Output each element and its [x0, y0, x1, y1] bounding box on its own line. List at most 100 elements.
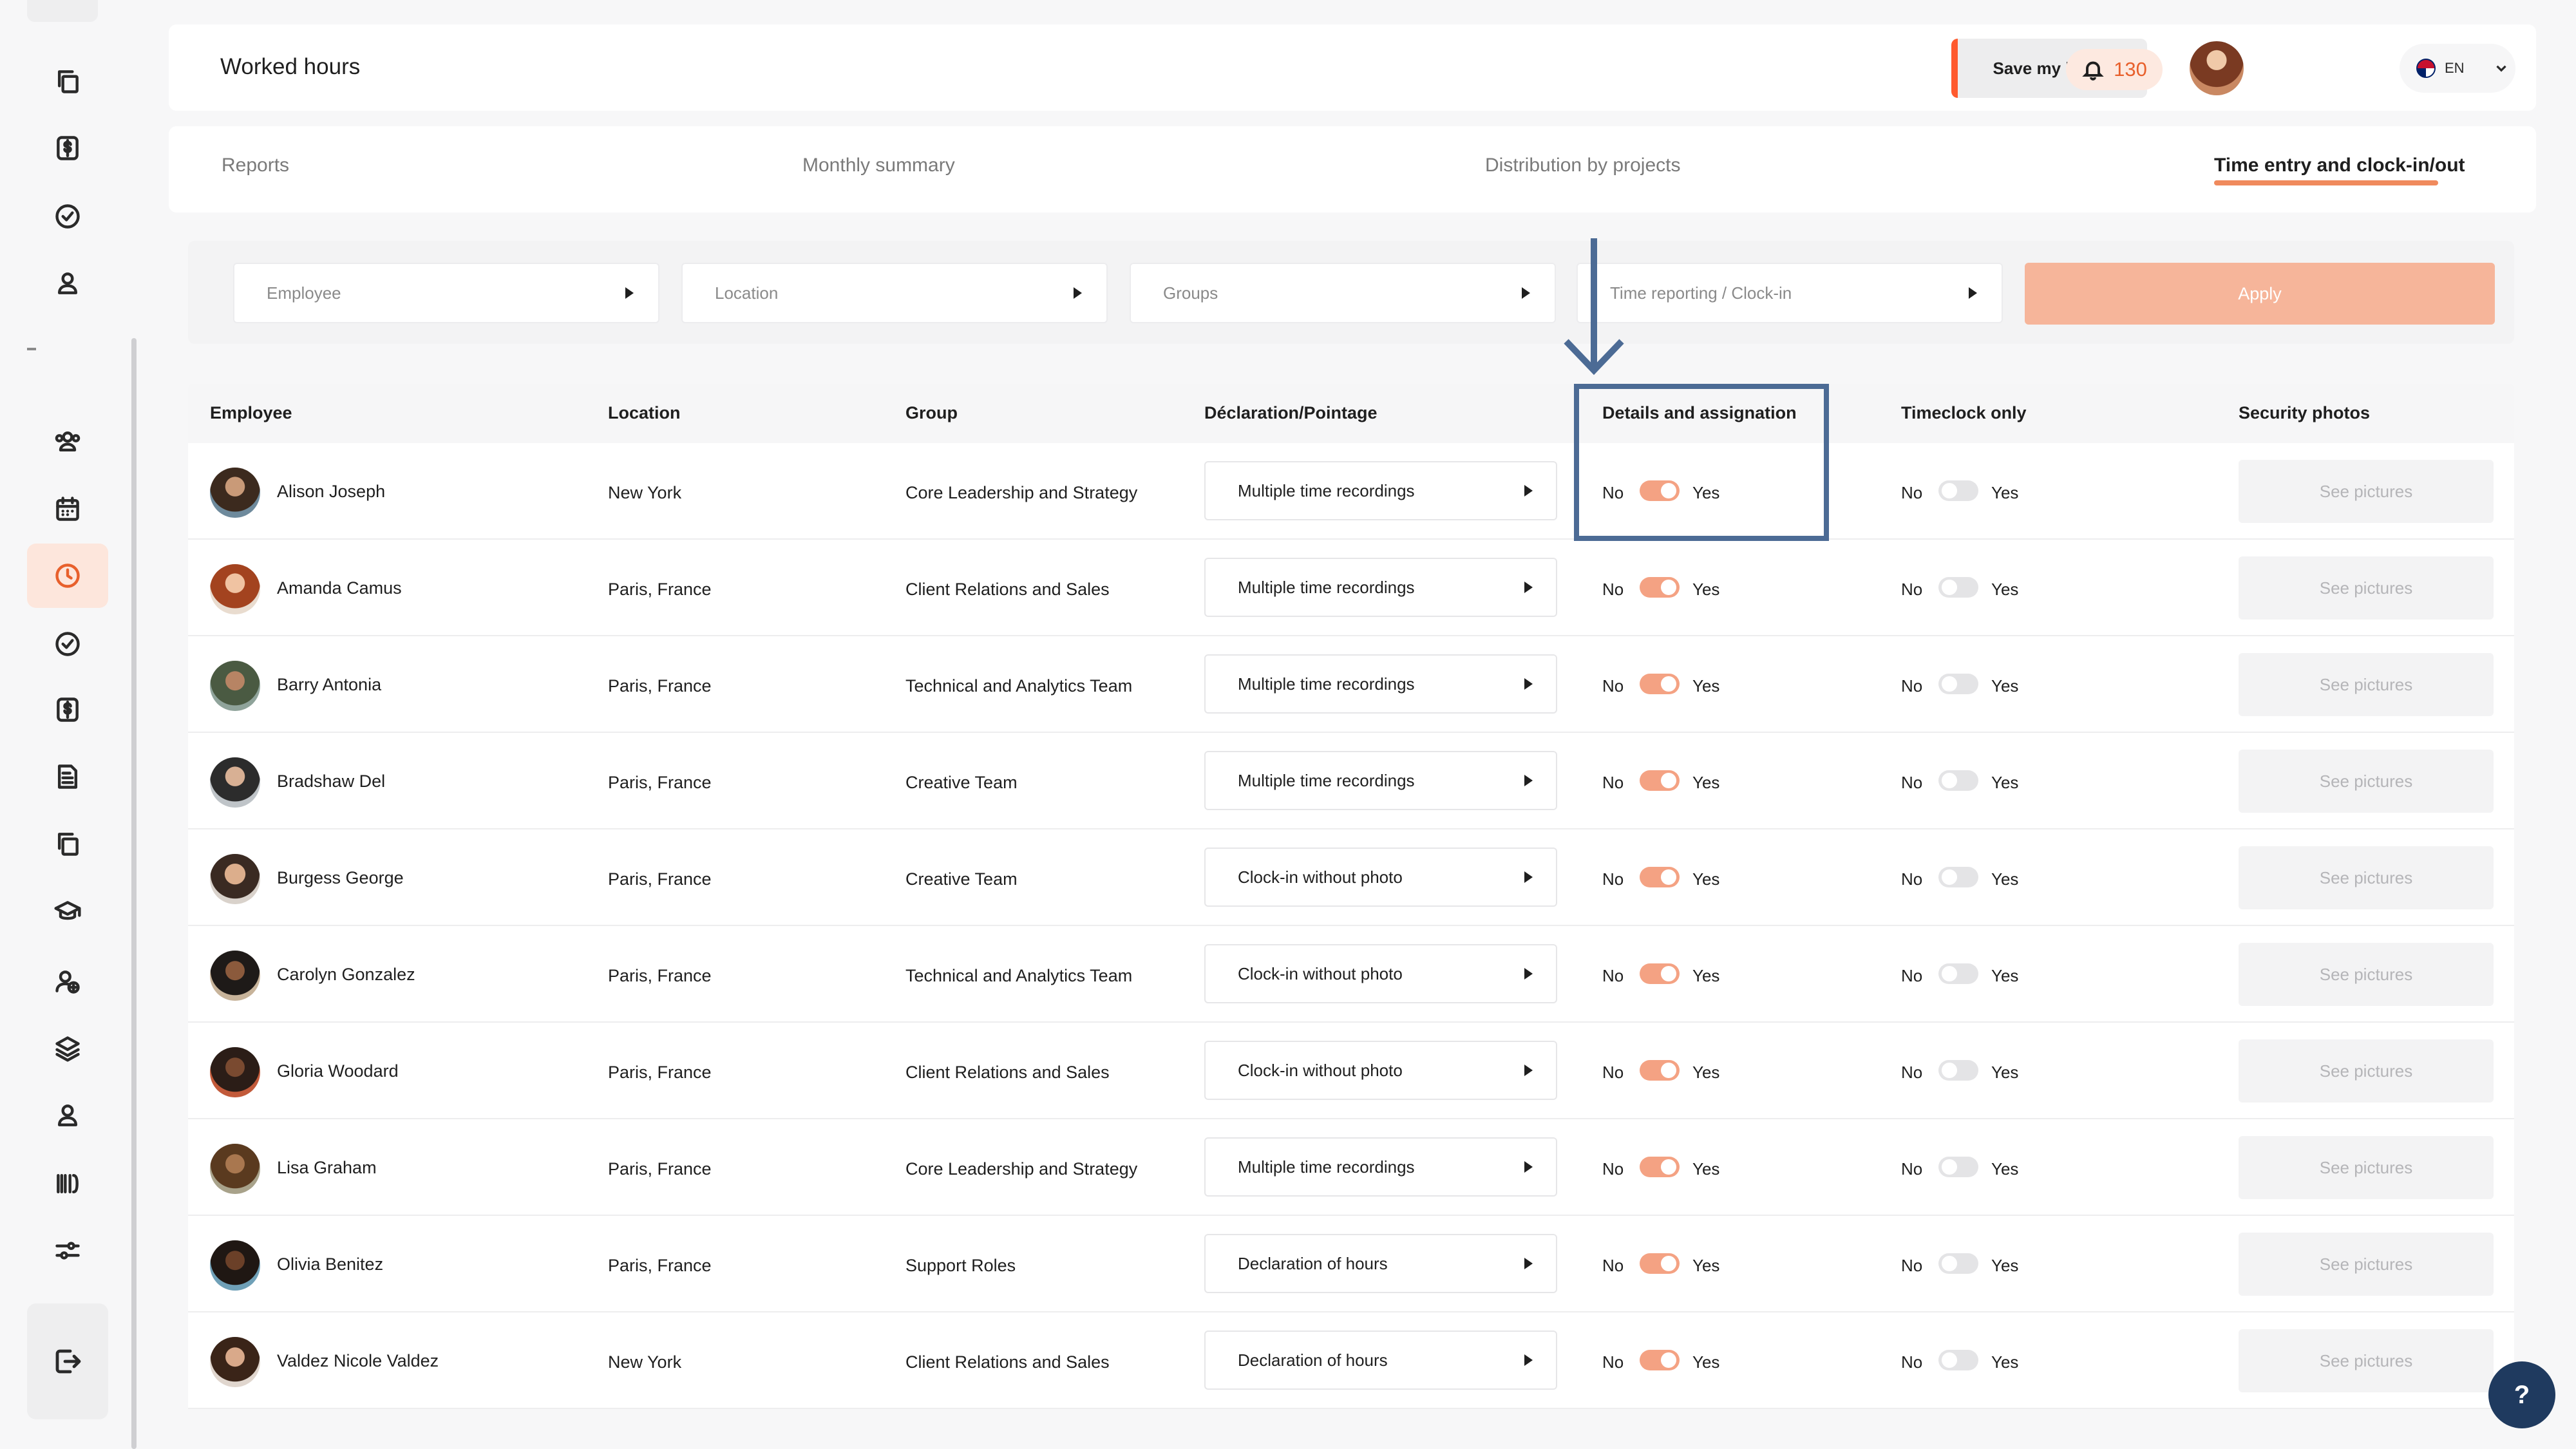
help-button[interactable]: ? [2488, 1361, 2555, 1428]
caret-right-icon [1524, 1065, 1533, 1076]
details-no-label: No [1602, 966, 1624, 985]
dollar-icon[interactable] [27, 116, 108, 180]
timeclock-toggle[interactable] [1938, 1350, 1978, 1370]
see-pictures-button[interactable]: See pictures [2239, 1233, 2494, 1296]
tab-monthly-summary[interactable]: Monthly summary [802, 155, 955, 176]
see-pictures-button[interactable]: See pictures [2239, 943, 2494, 1006]
employee-name[interactable]: Amanda Camus [277, 578, 402, 598]
employee-group: Support Roles [905, 1256, 1016, 1275]
declaration-select[interactable]: Declaration of hours [1204, 1331, 1557, 1390]
dollar-icon[interactable] [27, 677, 108, 742]
employee-name[interactable]: Burgess George [277, 868, 404, 888]
check-circle-icon[interactable] [27, 184, 108, 249]
copy-icon[interactable] [27, 49, 108, 113]
details-toggle[interactable] [1640, 1157, 1680, 1177]
see-pictures-button[interactable]: See pictures [2239, 1329, 2494, 1392]
time-reporting-filter[interactable]: Time reporting / Clock-in [1577, 263, 2003, 323]
employee-filter[interactable]: Employee [233, 263, 659, 323]
user-add-icon[interactable] [27, 949, 108, 1014]
details-toggle[interactable] [1640, 674, 1680, 694]
barcode-icon[interactable] [27, 1151, 108, 1216]
tab-time-entry[interactable]: Time entry and clock-in/out [2214, 155, 2465, 176]
logout-icon[interactable] [27, 1303, 108, 1419]
timeclock-no-label: No [1901, 1063, 1923, 1082]
user-icon[interactable] [27, 1083, 108, 1148]
timeclock-toggle[interactable] [1938, 1253, 1978, 1274]
timeclock-toggle[interactable] [1938, 867, 1978, 887]
declaration-select[interactable]: Multiple time recordings [1204, 1137, 1557, 1197]
details-toggle[interactable] [1640, 1350, 1680, 1370]
declaration-value: Multiple time recordings [1238, 577, 1415, 597]
groups-filter-label: Groups [1163, 283, 1218, 303]
employee-name[interactable]: Gloria Woodard [277, 1061, 399, 1081]
employee-name[interactable]: Bradshaw Del [277, 772, 385, 791]
timeclock-toggle[interactable] [1938, 770, 1978, 791]
details-toggle[interactable] [1640, 577, 1680, 598]
table-row: Alison Joseph New York Core Leadership a… [188, 443, 2514, 540]
tab-reports[interactable]: Reports [222, 155, 289, 176]
see-pictures-button[interactable]: See pictures [2239, 750, 2494, 813]
tab-distribution-by-projects[interactable]: Distribution by projects [1485, 155, 1680, 176]
employee-name[interactable]: Lisa Graham [277, 1158, 377, 1178]
details-no-label: No [1602, 1256, 1624, 1275]
details-toggle[interactable] [1640, 770, 1680, 791]
toggle-knob [1661, 773, 1676, 788]
see-pictures-button[interactable]: See pictures [2239, 460, 2494, 523]
declaration-select[interactable]: Multiple time recordings [1204, 558, 1557, 617]
see-pictures-button[interactable]: See pictures [2239, 653, 2494, 716]
see-pictures-button[interactable]: See pictures [2239, 846, 2494, 909]
apply-button[interactable]: Apply [2025, 263, 2495, 325]
user-avatar[interactable] [2190, 41, 2244, 95]
toggle-knob [1942, 966, 1957, 981]
details-toggle[interactable] [1640, 867, 1680, 887]
declaration-select[interactable]: Clock-in without photo [1204, 848, 1557, 907]
declaration-select[interactable]: Declaration of hours [1204, 1234, 1557, 1293]
user-icon[interactable] [27, 251, 108, 316]
details-yes-label: Yes [1692, 1159, 1720, 1179]
sidebar-scrollbar[interactable] [131, 338, 137, 1449]
see-pictures-button[interactable]: See pictures [2239, 1136, 2494, 1199]
employee-name[interactable]: Olivia Benitez [277, 1255, 383, 1274]
location-filter[interactable]: Location [681, 263, 1108, 323]
toggle-knob [1661, 1256, 1676, 1271]
employee-avatar [210, 661, 260, 711]
details-toggle[interactable] [1640, 1253, 1680, 1274]
declaration-select[interactable]: Multiple time recordings [1204, 461, 1557, 520]
details-toggle[interactable] [1640, 1060, 1680, 1081]
see-pictures-button[interactable]: See pictures [2239, 556, 2494, 620]
declaration-select[interactable]: Clock-in without photo [1204, 1041, 1557, 1100]
graduation-icon[interactable] [27, 880, 108, 944]
report-icon[interactable] [27, 744, 108, 809]
check-circle-icon[interactable] [27, 612, 108, 676]
declaration-value: Clock-in without photo [1238, 963, 1403, 983]
declaration-value: Multiple time recordings [1238, 1157, 1415, 1177]
timeclock-toggle[interactable] [1938, 1060, 1978, 1081]
table-row: Bradshaw Del Paris, France Creative Team… [188, 733, 2514, 829]
groups-filter[interactable]: Groups [1130, 263, 1556, 323]
employee-avatar [210, 951, 260, 1001]
details-toggle[interactable] [1640, 963, 1680, 984]
sliders-icon[interactable] [27, 1218, 108, 1283]
timeclock-toggle[interactable] [1938, 963, 1978, 984]
toggle-knob [1942, 1352, 1957, 1368]
notification-badge[interactable]: 130 [2066, 49, 2163, 90]
employee-name[interactable]: Barry Antonia [277, 675, 381, 695]
declaration-select[interactable]: Clock-in without photo [1204, 944, 1557, 1003]
team-icon[interactable] [27, 410, 108, 474]
declaration-select[interactable]: Multiple time recordings [1204, 654, 1557, 714]
timeclock-toggle[interactable] [1938, 674, 1978, 694]
calendar-icon[interactable] [27, 477, 108, 541]
employee-name[interactable]: Alison Joseph [277, 482, 385, 502]
clock-icon[interactable] [27, 544, 108, 608]
declaration-select[interactable]: Multiple time recordings [1204, 751, 1557, 810]
header-employee: Employee [210, 403, 292, 422]
layers-icon[interactable] [27, 1016, 108, 1081]
copy-icon[interactable] [27, 811, 108, 876]
language-selector[interactable]: EN [2400, 44, 2515, 93]
employee-name[interactable]: Valdez Nicole Valdez [277, 1351, 439, 1371]
see-pictures-button[interactable]: See pictures [2239, 1039, 2494, 1103]
timeclock-toggle[interactable] [1938, 1157, 1978, 1177]
timeclock-toggle[interactable] [1938, 577, 1978, 598]
employee-name[interactable]: Carolyn Gonzalez [277, 965, 415, 985]
timeclock-toggle[interactable] [1938, 480, 1978, 501]
